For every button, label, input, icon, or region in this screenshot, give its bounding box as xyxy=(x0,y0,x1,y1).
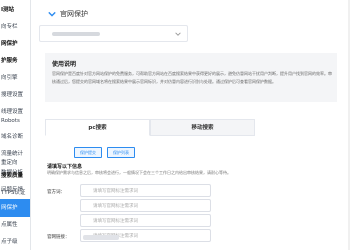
sidebar-item-protection-service[interactable]: 护服务 xyxy=(0,52,30,70)
sidebar-item-domain-diagnosis[interactable]: 域名诊断 xyxy=(0,128,30,146)
chevron-down-icon xyxy=(175,32,181,36)
sidebar-item-search-quality[interactable]: 搜索质量 xyxy=(0,167,30,185)
site-select-value xyxy=(52,32,100,36)
main-panel: 官网保护 使用说明 官网保护是百度针对官方网站保护的免费服务，可帮助官方网站在百… xyxy=(31,0,350,250)
sidebar-item-sub-level[interactable]: 点子级 xyxy=(0,233,30,250)
form-description: 明确保护需求与信息之后，审核将会进行，一般情况下会在三个工作日之内给出审核结果，… xyxy=(47,170,231,175)
tab-mobile-search[interactable]: 移动搜索 xyxy=(150,119,255,136)
sidebar-item-site-protection-active[interactable]: 网保护 xyxy=(0,199,30,217)
usage-notice: 使用说明 官网保护是百度针对官方网站保护的免费服务，可帮助官方网站在百度搜索结果… xyxy=(45,53,337,102)
sidebar-item-site-protection[interactable]: 网保护 xyxy=(0,35,30,53)
search-tabs: pc搜索 移动搜索 xyxy=(45,119,255,136)
sidebar-item-engine[interactable]: 向引擎 xyxy=(0,69,30,87)
official-word-input-2[interactable]: 请填写官网标注需求词 xyxy=(80,199,211,212)
sidebar-item-column[interactable]: 向专栏 xyxy=(0,18,30,36)
site-select[interactable] xyxy=(39,25,188,42)
official-url-label: 官网链接： xyxy=(47,235,70,240)
official-url-value[interactable] xyxy=(83,235,119,240)
sidebar: I测站 向专栏 网保护 护服务 向引擎 搜理设置 线理设置 Robots 域名诊… xyxy=(0,0,31,250)
pill-protection-submit[interactable]: 保护提交 xyxy=(74,147,102,158)
page-header: 官网保护 xyxy=(48,8,88,20)
official-word-input-3[interactable]: 请填写官网标注需求词 xyxy=(80,214,211,227)
form-title: 请填写以下信息 xyxy=(47,164,83,170)
sub-tabs: 保护提交 保护列表 xyxy=(74,147,135,158)
pill-protection-list[interactable]: 保护列表 xyxy=(107,147,135,158)
tab-pc-search[interactable]: pc搜索 xyxy=(45,119,150,136)
notice-title: 使用说明 xyxy=(52,61,77,68)
sidebar-item-site-attribute[interactable]: 点属性 xyxy=(0,216,30,234)
page-title: 官网保护 xyxy=(60,10,88,18)
notice-text: 官网保护是百度针对官方网站保护的免费服务，可帮助官方网站在百度搜索结果中获得更好… xyxy=(52,71,332,84)
official-word-label: 官方词： xyxy=(47,190,65,195)
official-word-input-1[interactable]: 请填写官网标注需求词 xyxy=(80,184,211,197)
chevron-down-icon[interactable] xyxy=(48,10,56,18)
sidebar-item-search-settings[interactable]: 搜理设置 xyxy=(0,86,30,104)
sidebar-item-api-test[interactable]: I测站 xyxy=(0,1,30,19)
